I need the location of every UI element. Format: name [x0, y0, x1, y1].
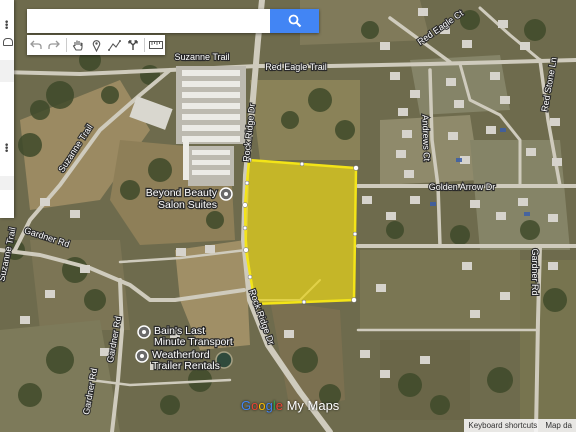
map-footer: Keyboard shortcuts Map da [464, 419, 576, 432]
label-red-eagle-trail: Red Eagle Trail [265, 62, 327, 72]
selected-parcel-polygon[interactable] [243, 158, 358, 306]
pan-tool-button[interactable] [69, 35, 87, 55]
keyboard-shortcuts-link[interactable]: Keyboard shortcuts [464, 421, 541, 430]
layer-options-icon[interactable]: • • • [4, 142, 9, 157]
label-golden-arrow-dr: Golden Arrow Dr [429, 182, 496, 192]
marker-icon [92, 39, 100, 52]
directions-button[interactable] [123, 35, 141, 55]
label-gardner-rd-right: Gardner Rd [530, 248, 540, 295]
redo-icon [48, 40, 61, 49]
my-maps-wordmark: My Maps [282, 398, 340, 413]
layer-item[interactable] [0, 176, 14, 190]
google-wordmark: Google [241, 398, 283, 413]
map-data-link[interactable]: Map da [541, 421, 576, 430]
label-andrews-ct: Andrews Ct [420, 114, 432, 161]
search-input[interactable] [27, 9, 285, 33]
toolbar-divider [65, 38, 67, 52]
undo-button[interactable] [27, 35, 45, 55]
measure-button[interactable] [147, 35, 165, 55]
hand-icon [72, 40, 83, 51]
google-my-maps-logo: Google My Maps [241, 398, 339, 413]
layer-row[interactable] [0, 60, 14, 82]
draw-line-icon [107, 40, 121, 51]
poi-beyond-beauty-line2: Salon Suites [158, 199, 217, 211]
poi-beyond-beauty-line1: Beyond Beauty [146, 187, 218, 199]
search-icon [288, 14, 301, 28]
map-toolbar [27, 35, 165, 55]
satellite-map[interactable]: Suzanne Trail Red Eagle Trail Red Eagle … [0, 0, 576, 432]
poi-weatherford-line2: Trailer Rentals [152, 360, 220, 372]
undo-icon [30, 40, 42, 49]
add-marker-button[interactable] [87, 35, 105, 55]
route-icon [127, 40, 138, 50]
ruler-icon [148, 41, 163, 49]
more-options-icon[interactable]: • • • [4, 19, 9, 34]
search-bar [27, 9, 319, 33]
label-suzanne-trail-top: Suzanne Trail [174, 52, 229, 62]
redo-button[interactable] [45, 35, 63, 55]
search-button[interactable] [270, 9, 319, 33]
toolbar-divider [143, 38, 145, 52]
draw-line-button[interactable] [105, 35, 123, 55]
poi-bains-line2: Minute Transport [154, 336, 233, 348]
collapsed-side-panel[interactable]: • • • • • • [0, 0, 14, 218]
cloud-icon [3, 38, 13, 46]
